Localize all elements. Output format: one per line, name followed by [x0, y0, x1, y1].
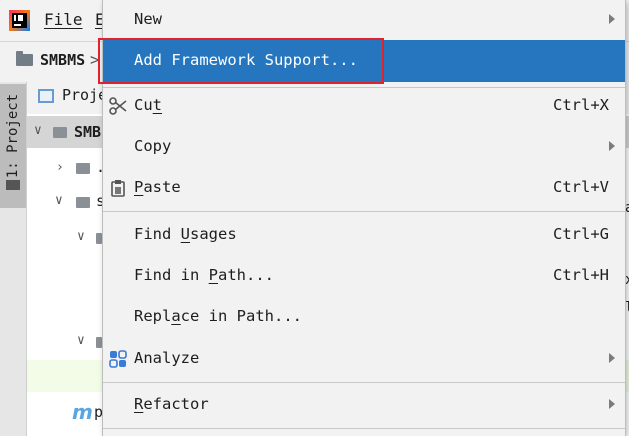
- clipboard-icon: [111, 180, 125, 197]
- scissors-icon: [109, 97, 127, 115]
- submenu-arrow-icon: [609, 353, 615, 363]
- chevron-right-icon[interactable]: ›: [56, 160, 64, 175]
- menu-item-cut[interactable]: Cut Ctrl+X: [103, 86, 625, 126]
- submenu-arrow-icon: [609, 141, 615, 151]
- project-folder-icon: [16, 51, 33, 66]
- menu-separator: [103, 211, 625, 212]
- submenu-arrow-icon: [609, 14, 615, 24]
- folder-icon: [53, 127, 67, 138]
- chevron-down-icon[interactable]: ∨: [77, 229, 85, 244]
- breadcrumb-project[interactable]: SMBMS: [40, 51, 85, 69]
- menu-item-copy[interactable]: Copy: [103, 127, 625, 167]
- menu-item-find-in-path[interactable]: Find in Path... Ctrl+H: [103, 256, 625, 296]
- chevron-down-icon[interactable]: ∨: [34, 123, 42, 138]
- project-view-icon: [38, 89, 54, 103]
- folder-icon: [6, 180, 20, 190]
- menu-item-label: Find Usages: [134, 225, 237, 243]
- menu-item-label: Cut: [134, 96, 163, 114]
- menu-file[interactable]: File: [44, 10, 83, 29]
- shortcut-label: Ctrl+V: [553, 178, 609, 196]
- menu-item-label: Copy: [134, 137, 172, 155]
- menu-item-label: Analyze: [134, 349, 200, 367]
- chevron-down-icon[interactable]: ∨: [77, 333, 85, 348]
- project-tool-tab-label: 1: Project: [5, 93, 21, 179]
- shortcut-label: Ctrl+G: [553, 225, 609, 243]
- menu-item-paste[interactable]: Paste Ctrl+V: [103, 168, 625, 208]
- annotation-highlight-box: [98, 38, 384, 84]
- menu-item-replace-in-path[interactable]: Replace in Path...: [103, 297, 625, 337]
- project-view-label[interactable]: Proje: [62, 86, 107, 104]
- maven-icon: m: [72, 400, 93, 424]
- folder-icon: [76, 163, 90, 174]
- menu-item-label: Paste: [134, 178, 181, 196]
- menu-item-new[interactable]: New: [103, 0, 625, 40]
- intellij-logo-icon: [9, 10, 30, 31]
- menu-item-label: Replace in Path...: [134, 307, 302, 325]
- tree-root-label[interactable]: SMB: [74, 123, 101, 141]
- menu-item-find-usages[interactable]: Find Usages Ctrl+G: [103, 215, 625, 255]
- analyze-icon: [109, 350, 127, 368]
- folder-icon: [76, 197, 90, 208]
- menu-item-label: Refactor: [134, 395, 209, 413]
- menu-item-refactor[interactable]: Refactor: [103, 385, 625, 425]
- menu-separator: [103, 382, 625, 383]
- shortcut-label: Ctrl+H: [553, 266, 609, 284]
- chevron-down-icon[interactable]: ∨: [55, 193, 63, 208]
- menu-item-analyze[interactable]: Analyze: [103, 339, 625, 379]
- submenu-arrow-icon: [609, 399, 615, 409]
- menu-item-label: Find in Path...: [134, 266, 274, 284]
- shortcut-label: Ctrl+X: [553, 96, 609, 114]
- menu-item-label: New: [134, 10, 162, 28]
- menu-separator: [103, 428, 625, 429]
